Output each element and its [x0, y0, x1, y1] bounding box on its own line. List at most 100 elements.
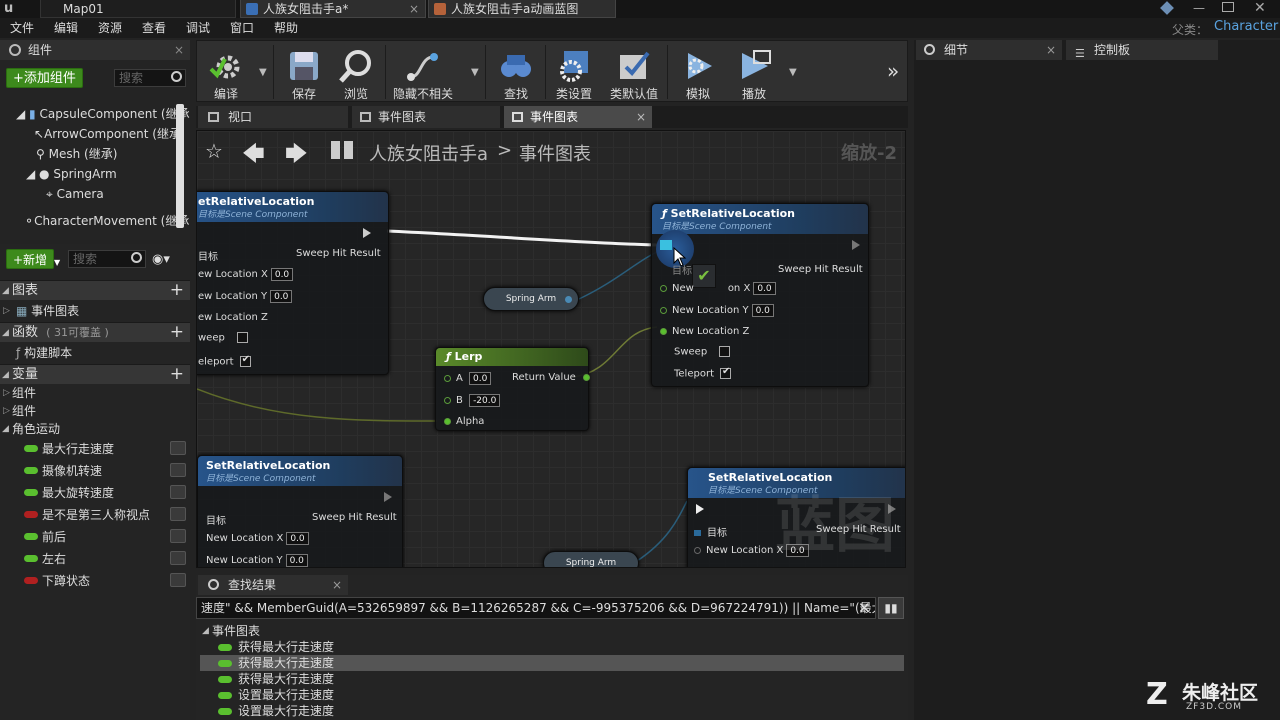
- tab-find-results[interactable]: 查找结果 ×: [198, 575, 348, 595]
- pin-b[interactable]: B -20.0: [444, 394, 501, 407]
- close-icon[interactable]: ×: [409, 0, 419, 18]
- exec-out-pin[interactable]: [852, 240, 860, 250]
- toolbar-overflow-icon[interactable]: »: [887, 59, 899, 83]
- menu-debug[interactable]: 调试: [186, 18, 210, 38]
- play-options-caret-icon[interactable]: ▼: [789, 67, 797, 78]
- variable-item[interactable]: 左右: [0, 548, 190, 570]
- tree-item-movement[interactable]: ⚬CharacterMovement (继承: [6, 211, 189, 231]
- class-settings-button[interactable]: 类设置: [549, 41, 599, 103]
- exec-out-pin[interactable]: [384, 492, 392, 502]
- add-component-button[interactable]: +添加组件: [6, 68, 83, 88]
- pin-value[interactable]: 0.0: [286, 532, 309, 545]
- notification-icon[interactable]: [1160, 1, 1174, 15]
- pin-new-location-y[interactable]: ew Location Y 0.0: [198, 290, 293, 303]
- functions-section-header[interactable]: ◢ 函数 ( 31可覆盖 ) +: [0, 322, 190, 342]
- menu-view[interactable]: 查看: [142, 18, 166, 38]
- node-lerp[interactable]: ƒ Lerp A 0.0 Return Value B -20.0 Alpha: [435, 347, 591, 431]
- tree-item-arrow[interactable]: ↖ArrowComponent (继承: [6, 124, 181, 144]
- var-group-components[interactable]: ▷ 组件: [0, 384, 190, 402]
- tab-viewport[interactable]: 视口: [198, 106, 348, 128]
- save-button[interactable]: 保存: [279, 41, 329, 103]
- result-item[interactable]: 获得最大行走速度: [200, 655, 904, 671]
- teleport-checkbox[interactable]: ✔: [239, 354, 251, 367]
- tree-item-camera[interactable]: ⌖ Camera: [6, 184, 174, 204]
- visibility-eye-icon[interactable]: [170, 485, 186, 499]
- var-group-movement[interactable]: ◢ 角色运动: [0, 420, 190, 438]
- pin-new-location-x[interactable]: New on X 0.0: [660, 282, 776, 295]
- find-button[interactable]: 查找: [491, 41, 541, 103]
- visibility-eye-icon[interactable]: [170, 529, 186, 543]
- pin-value[interactable]: 0.0: [469, 372, 492, 385]
- node-set-relative-location-a[interactable]: etRelativeLocation 目标是Scene Component 目标…: [197, 191, 389, 375]
- close-window-icon[interactable]: ✕: [1254, 0, 1266, 16]
- result-item[interactable]: 获得最大行走速度: [200, 671, 904, 687]
- menu-edit[interactable]: 编辑: [54, 18, 78, 38]
- menu-file[interactable]: 文件: [10, 18, 34, 38]
- pin-target[interactable]: 目标: [694, 524, 727, 539]
- pin-teleport[interactable]: eleport ✔: [198, 354, 251, 368]
- result-item[interactable]: 设置最大行走速度: [200, 687, 904, 703]
- components-scrollbar[interactable]: [176, 104, 184, 228]
- function-item-construction[interactable]: ƒ 构建脚本: [0, 342, 190, 364]
- pin-new-location-x[interactable]: ew Location X 0.0: [198, 268, 294, 281]
- minimize-icon[interactable]: —: [1193, 0, 1205, 16]
- parent-class-link[interactable]: Character: [1214, 19, 1278, 34]
- pin-new-location-x[interactable]: New Location X 0.0: [206, 532, 309, 545]
- class-defaults-button[interactable]: 类默认值: [605, 41, 663, 103]
- variable-item[interactable]: 前后: [0, 526, 190, 548]
- pin-value[interactable]: 0.0: [285, 554, 308, 567]
- menu-help[interactable]: 帮助: [274, 18, 298, 38]
- tree-item-springarm[interactable]: ◢ ● SpringArm: [6, 164, 174, 184]
- find-query-input[interactable]: 速度" && MemberGuid(A=532659897 && B=11262…: [196, 597, 876, 619]
- tree-item-mesh[interactable]: ⚲ Mesh (继承): [6, 144, 174, 164]
- pin-return-value[interactable]: Return Value: [512, 372, 595, 383]
- node-set-relative-location-b[interactable]: ƒ SetRelativeLocation 目标是Scene Component…: [651, 203, 869, 387]
- node-set-relative-location-c[interactable]: SetRelativeLocation 目标是Scene Component 目…: [197, 455, 403, 567]
- visibility-eye-icon[interactable]: [170, 507, 186, 521]
- result-category[interactable]: ◢ 事件图表: [200, 623, 904, 639]
- tab-details[interactable]: 细节 ×: [916, 40, 1062, 60]
- compile-options-caret-icon[interactable]: ▼: [259, 67, 267, 78]
- doc-tab-blueprint[interactable]: 人族女阻击手a* ×: [240, 0, 426, 18]
- new-button[interactable]: +新增: [6, 249, 55, 269]
- compile-button[interactable]: 编译: [201, 41, 251, 103]
- pin-sweep[interactable]: Sweep: [674, 346, 731, 358]
- close-icon[interactable]: ×: [332, 575, 342, 595]
- exec-out-pin[interactable]: [363, 228, 371, 238]
- menu-window[interactable]: 窗口: [230, 18, 254, 38]
- add-function-icon[interactable]: +: [170, 323, 184, 342]
- doc-tab-anim-blueprint[interactable]: 人族女阻击手a动画蓝图: [428, 0, 616, 18]
- menu-asset[interactable]: 资源: [98, 18, 122, 38]
- add-variable-icon[interactable]: +: [170, 365, 184, 384]
- components-search-input[interactable]: 搜索: [114, 69, 186, 87]
- pin-teleport[interactable]: Teleport ✔: [674, 366, 731, 380]
- visibility-eye-icon[interactable]: [170, 441, 186, 455]
- variables-section-header[interactable]: ◢ 变量 +: [0, 364, 190, 384]
- node-get-spring-arm-2[interactable]: Spring Arm: [543, 551, 639, 567]
- node-get-spring-arm[interactable]: Spring Arm: [483, 287, 579, 311]
- add-graph-icon[interactable]: +: [170, 281, 184, 300]
- visibility-eye-icon[interactable]: [170, 551, 186, 565]
- tab-palette[interactable]: ☰ 控制板: [1066, 40, 1218, 60]
- variable-item[interactable]: 下蹲状态: [0, 570, 190, 592]
- graph-canvas[interactable]: ☆ 🡄 🡆 人族女阻击手a > 事件图表 缩放-2 etRelativeLoca…: [196, 130, 906, 568]
- find-in-all-blueprints-binoculars-icon[interactable]: ▮▮: [878, 597, 904, 619]
- close-icon[interactable]: ×: [636, 106, 646, 128]
- result-item[interactable]: 设置最大行走速度: [200, 703, 904, 719]
- pin-alpha[interactable]: Alpha: [444, 416, 484, 427]
- variable-item[interactable]: 是不是第三人称视点: [0, 504, 190, 526]
- teleport-checkbox[interactable]: ✔: [720, 366, 731, 379]
- exec-in-pin[interactable]: [696, 504, 704, 514]
- pin-new-location-y[interactable]: New Location Y 0.0: [660, 304, 774, 317]
- pin-value[interactable]: 0.0: [270, 268, 294, 281]
- new-caret-icon[interactable]: ▼: [54, 258, 60, 267]
- pin-value[interactable]: 0.0: [753, 282, 776, 295]
- pin-value[interactable]: 0.0: [751, 304, 774, 317]
- object-out-pin[interactable]: [565, 296, 572, 303]
- variable-item[interactable]: 摄像机转速: [0, 460, 190, 482]
- pin-sweep[interactable]: weep: [198, 332, 248, 344]
- exec-in-pin[interactable]: [660, 240, 672, 250]
- variable-item[interactable]: 最大行走速度: [0, 438, 190, 460]
- variable-item[interactable]: 最大旋转速度: [0, 482, 190, 504]
- var-group-components-2[interactable]: ▷ 组件: [0, 402, 190, 420]
